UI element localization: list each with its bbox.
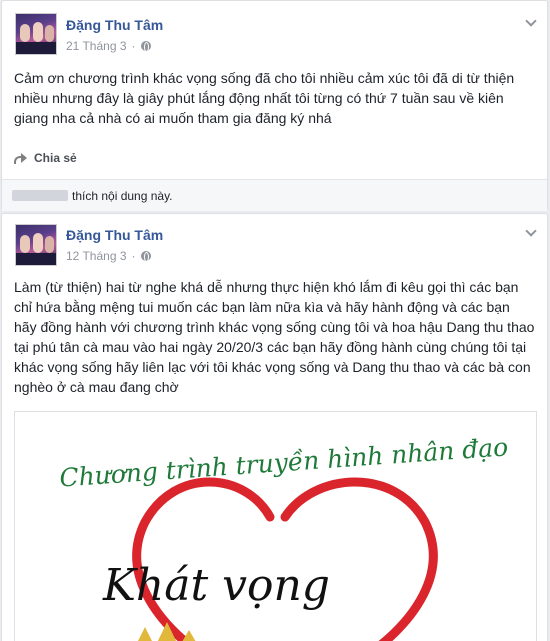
- chevron-down-icon[interactable]: [525, 17, 537, 27]
- post-text: Cảm ơn chương trình khác vọng sống đã ch…: [14, 70, 515, 126]
- likes-text: thích nội dung này.: [72, 188, 173, 203]
- post-meta: 21 Tháng 3 ·: [66, 39, 151, 53]
- globe-icon[interactable]: [140, 251, 151, 262]
- post-date[interactable]: 21 Tháng 3: [66, 39, 127, 53]
- post-text: Làm (từ thiện) hai từ nghe khá dễ nhưng …: [14, 279, 535, 395]
- avatar[interactable]: [15, 13, 57, 55]
- likes-bar: thích nội dung này.: [2, 179, 547, 211]
- post-meta: 12 Tháng 3 ·: [66, 249, 151, 263]
- post-image[interactable]: Chương trình truyền hình nhân đạo Khát v…: [14, 411, 537, 641]
- post-date[interactable]: 12 Tháng 3: [66, 249, 127, 263]
- image-title: Khát vọng: [103, 560, 330, 611]
- share-icon: [14, 152, 28, 164]
- post-card: Đặng Thu Tâm 12 Tháng 3 · Làm (từ thiện)…: [1, 213, 548, 641]
- liker-name-blurred[interactable]: [12, 190, 68, 201]
- share-button[interactable]: Chia sẻ: [14, 151, 77, 165]
- post-author[interactable]: Đặng Thu Tâm: [66, 227, 163, 243]
- post-author[interactable]: Đặng Thu Tâm: [66, 17, 163, 33]
- post-card: Đặng Thu Tâm 21 Tháng 3 · Cảm ơn chương …: [1, 0, 548, 211]
- chevron-down-icon[interactable]: [525, 227, 537, 237]
- globe-icon[interactable]: [140, 41, 151, 52]
- avatar[interactable]: [15, 224, 57, 266]
- share-label: Chia sẻ: [34, 151, 77, 165]
